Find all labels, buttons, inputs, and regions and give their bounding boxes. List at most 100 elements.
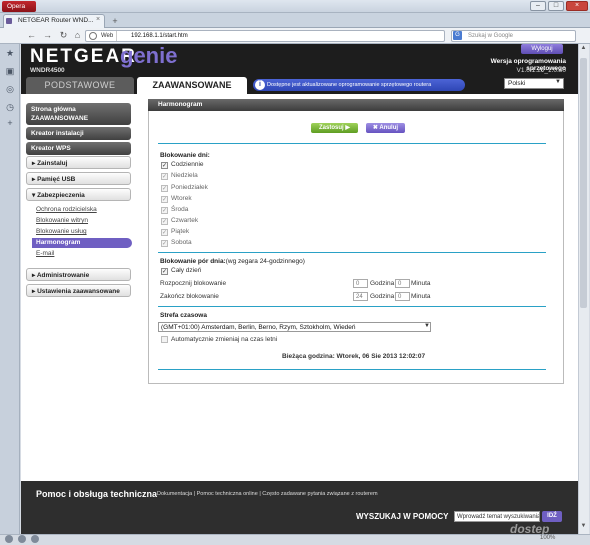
tab-advanced[interactable]: ZAAWANSOWANE — [137, 77, 247, 94]
everyday-checkbox[interactable]: ✓ — [161, 162, 168, 169]
nav-usb-storage[interactable]: ▸ Pamięć USB — [26, 172, 131, 185]
info-icon: i — [255, 80, 265, 90]
wednesday-checkbox[interactable]: ✓ — [161, 207, 168, 214]
panel-toggle-icon[interactable] — [5, 535, 13, 543]
hour-unit: Godzina — [370, 280, 395, 287]
dst-checkbox[interactable] — [161, 336, 168, 343]
nav-advanced-setup-label: Ustawienia zaawansowane — [37, 288, 120, 295]
opera-menu-button[interactable]: Opera — [2, 1, 36, 12]
nav-advanced-home[interactable]: Strona główna ZAAWANSOWANE — [26, 103, 131, 125]
nav-advanced-setup[interactable]: ▸ Ustawienia zaawansowane — [26, 284, 131, 297]
help-title: Pomoc i obsługa techniczna — [36, 489, 158, 499]
tab-favicon-icon — [6, 18, 12, 24]
nav-email[interactable]: E-mail — [36, 250, 54, 257]
divider — [158, 369, 546, 370]
bookmarks-icon[interactable]: ★ — [5, 48, 15, 58]
nav-setup[interactable]: ▸ Zainstaluj — [26, 156, 131, 169]
days-title: Blokowanie dni: — [160, 152, 210, 159]
speed-dial-icon[interactable]: ▣ — [5, 66, 15, 76]
tab-close-icon[interactable]: × — [96, 16, 100, 23]
scroll-down-icon[interactable]: ▼ — [579, 523, 588, 531]
current-time-label: Bieżąca godzina: — [282, 353, 335, 360]
genie-logo: genie — [120, 43, 178, 68]
logout-button[interactable]: Wyloguj — [521, 44, 563, 54]
chevron-down-icon[interactable]: ▼ — [555, 79, 561, 85]
time-title-text: Blokowanie pór dnia: — [160, 258, 226, 265]
home-icon[interactable]: ⌂ — [71, 29, 84, 42]
nav-parental-control[interactable]: Ochrona rodzicielska — [36, 206, 97, 213]
current-time: Bieżąca godzina: Wtorek, 06 Sie 2013 12:… — [282, 353, 425, 360]
timezone-title: Strefa czasowa — [160, 312, 207, 319]
monday-label: Poniedziałek — [171, 184, 208, 191]
minimize-button[interactable]: – — [530, 1, 546, 11]
end-hour-input[interactable]: 24 — [353, 292, 368, 301]
time-note: (wg zegara 24-godzinnego) — [225, 258, 305, 265]
window-titlebar — [0, 0, 590, 13]
start-minute-input[interactable]: 0 — [395, 279, 410, 288]
scrollbar-thumb[interactable] — [580, 58, 587, 308]
firmware-update-notice[interactable]: Dostępne jest aktualizowane oprogramowan… — [253, 79, 465, 91]
divider — [158, 252, 546, 253]
time-title: Blokowanie pór dnia:(wg zegara 24-godzin… — [160, 258, 305, 265]
nav-administration[interactable]: ▸ Administrowanie — [26, 268, 131, 281]
router-model: WNDR4500 — [30, 67, 65, 74]
end-minute-input[interactable]: 0 — [395, 292, 410, 301]
nav-setup-wizard[interactable]: Kreator instalacji — [26, 127, 131, 140]
help-search-input[interactable]: Wprowadź temat wyszukiwania — [454, 511, 540, 522]
forward-icon[interactable]: → — [41, 29, 54, 42]
divider — [158, 306, 546, 307]
close-window-button[interactable]: × — [566, 1, 588, 11]
downloads-icon[interactable]: ◎ — [5, 84, 15, 94]
timezone-select[interactable]: (GMT+01:00) Amsterdam, Berlin, Berno, Rz… — [158, 322, 431, 332]
new-tab-button[interactable]: + — [109, 16, 121, 26]
current-time-value: Wtorek, 06 Sie 2013 12:02:07 — [336, 353, 426, 360]
address-url[interactable]: 192.168.1.1/start.htm — [131, 30, 188, 42]
thursday-checkbox[interactable]: ✓ — [161, 218, 168, 225]
nav-usb-label: Pamięć USB — [37, 176, 76, 183]
sync-icon[interactable] — [18, 535, 26, 543]
panel-title: Harmonogram — [148, 99, 564, 111]
status-bar — [0, 534, 590, 545]
zoom-level[interactable]: 100% — [540, 535, 555, 541]
friday-checkbox[interactable]: ✓ — [161, 229, 168, 236]
nav-security[interactable]: ▾ Zabezpieczenia — [26, 188, 131, 201]
history-icon[interactable]: ◷ — [5, 102, 15, 112]
tab-netgear[interactable]: NETGEAR Router WND... — [3, 14, 105, 28]
thursday-label: Czwartek — [171, 217, 199, 224]
apply-button[interactable]: Zastosuj ▶ — [311, 123, 358, 133]
help-links[interactable]: Dokumentacja | Pomoc techniczna online |… — [157, 491, 378, 497]
nav-wps-wizard[interactable]: Kreator WPS — [26, 142, 131, 155]
start-hour-input[interactable]: 0 — [353, 279, 368, 288]
dst-label: Automatycznie zmieniaj na czas letni — [171, 336, 278, 343]
help-search-label: WYSZUKAJ W POMOCY — [356, 512, 449, 521]
start-block-label: Rozpocznij blokowanie — [160, 280, 227, 287]
all-day-label: Cały dzień — [171, 267, 202, 274]
reload-icon[interactable]: ↻ — [57, 29, 70, 42]
nav-block-sites[interactable]: Blokowanie witryn — [36, 217, 88, 224]
tuesday-checkbox[interactable]: ✓ — [161, 196, 168, 203]
back-icon[interactable]: ← — [25, 29, 38, 42]
add-panel-icon[interactable]: + — [5, 118, 15, 128]
help-go-button[interactable]: IDŹ — [542, 511, 562, 522]
minute-unit: Minuta — [411, 293, 431, 300]
maximize-button[interactable]: □ — [548, 1, 564, 11]
tab-basic[interactable]: PODSTAWOWE — [26, 77, 134, 94]
saturday-checkbox[interactable]: ✓ — [161, 240, 168, 247]
chevron-down-icon[interactable]: ▼ — [424, 323, 430, 329]
all-day-checkbox[interactable]: ✓ — [161, 268, 168, 275]
hour-unit: Godzina — [370, 293, 395, 300]
end-block-label: Zakończ blokowanie — [160, 293, 219, 300]
globe-icon — [89, 32, 97, 40]
sunday-label: Niedziela — [171, 172, 198, 179]
google-icon[interactable]: G — [453, 31, 462, 40]
sunday-checkbox[interactable]: ✓ — [161, 173, 168, 180]
nav-schedule[interactable]: Harmonogram — [32, 238, 132, 248]
nav-setup-label: Zainstaluj — [37, 160, 68, 167]
scroll-up-icon[interactable]: ▲ — [579, 45, 588, 53]
everyday-label: Codziennie — [171, 161, 204, 168]
nav-block-services[interactable]: Blokowanie usług — [36, 228, 87, 235]
monday-checkbox[interactable]: ✓ — [161, 185, 168, 192]
nav-administration-label: Administrowanie — [36, 272, 90, 279]
cancel-button[interactable]: ✖ Anuluj — [366, 123, 405, 133]
turbo-icon[interactable] — [31, 535, 39, 543]
